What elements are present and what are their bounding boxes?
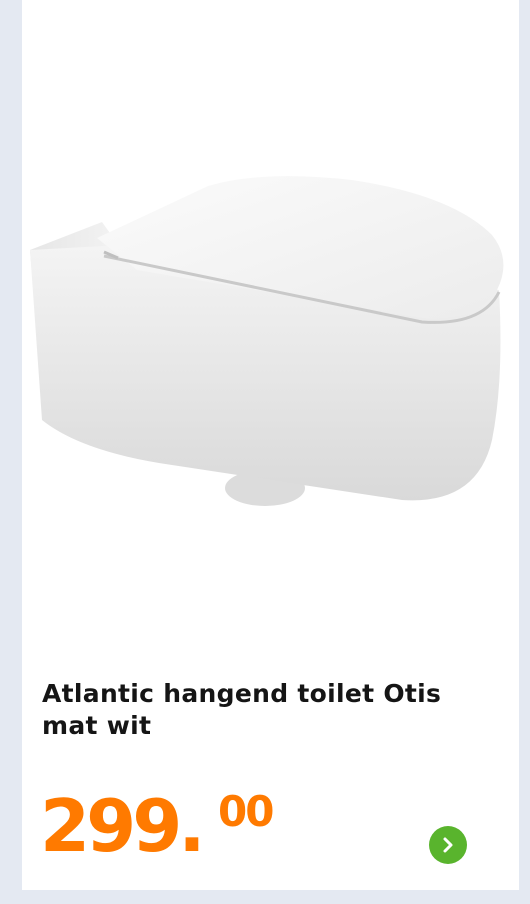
page-background-strip xyxy=(0,890,530,904)
price-whole: 299 xyxy=(40,784,182,868)
chevron-right-icon xyxy=(443,837,453,853)
product-card[interactable]: Atlantic hangend toilet Otis mat wit 299… xyxy=(22,0,519,890)
price-separator: . xyxy=(178,784,206,868)
price-cents: 00 xyxy=(218,787,274,836)
product-title[interactable]: Atlantic hangend toilet Otis mat wit xyxy=(42,678,492,742)
product-image xyxy=(30,176,504,506)
next-button[interactable] xyxy=(429,826,467,864)
price: 299. 00 xyxy=(40,784,274,876)
